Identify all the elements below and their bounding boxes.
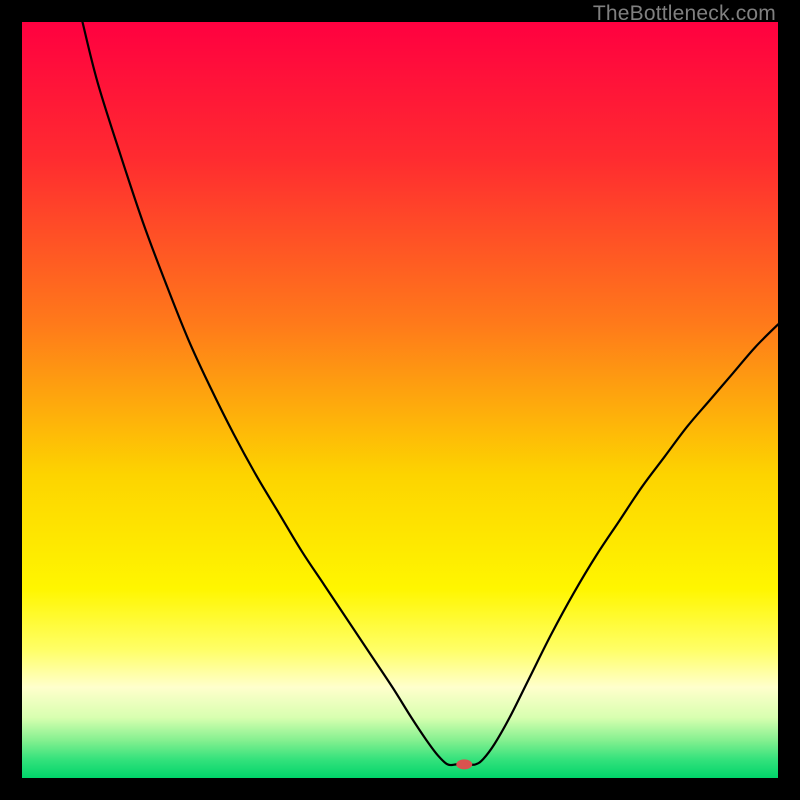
bottleneck-chart — [22, 22, 778, 778]
chart-frame: TheBottleneck.com — [0, 0, 800, 800]
optimal-point-marker — [456, 759, 472, 769]
gradient-background — [22, 22, 778, 778]
